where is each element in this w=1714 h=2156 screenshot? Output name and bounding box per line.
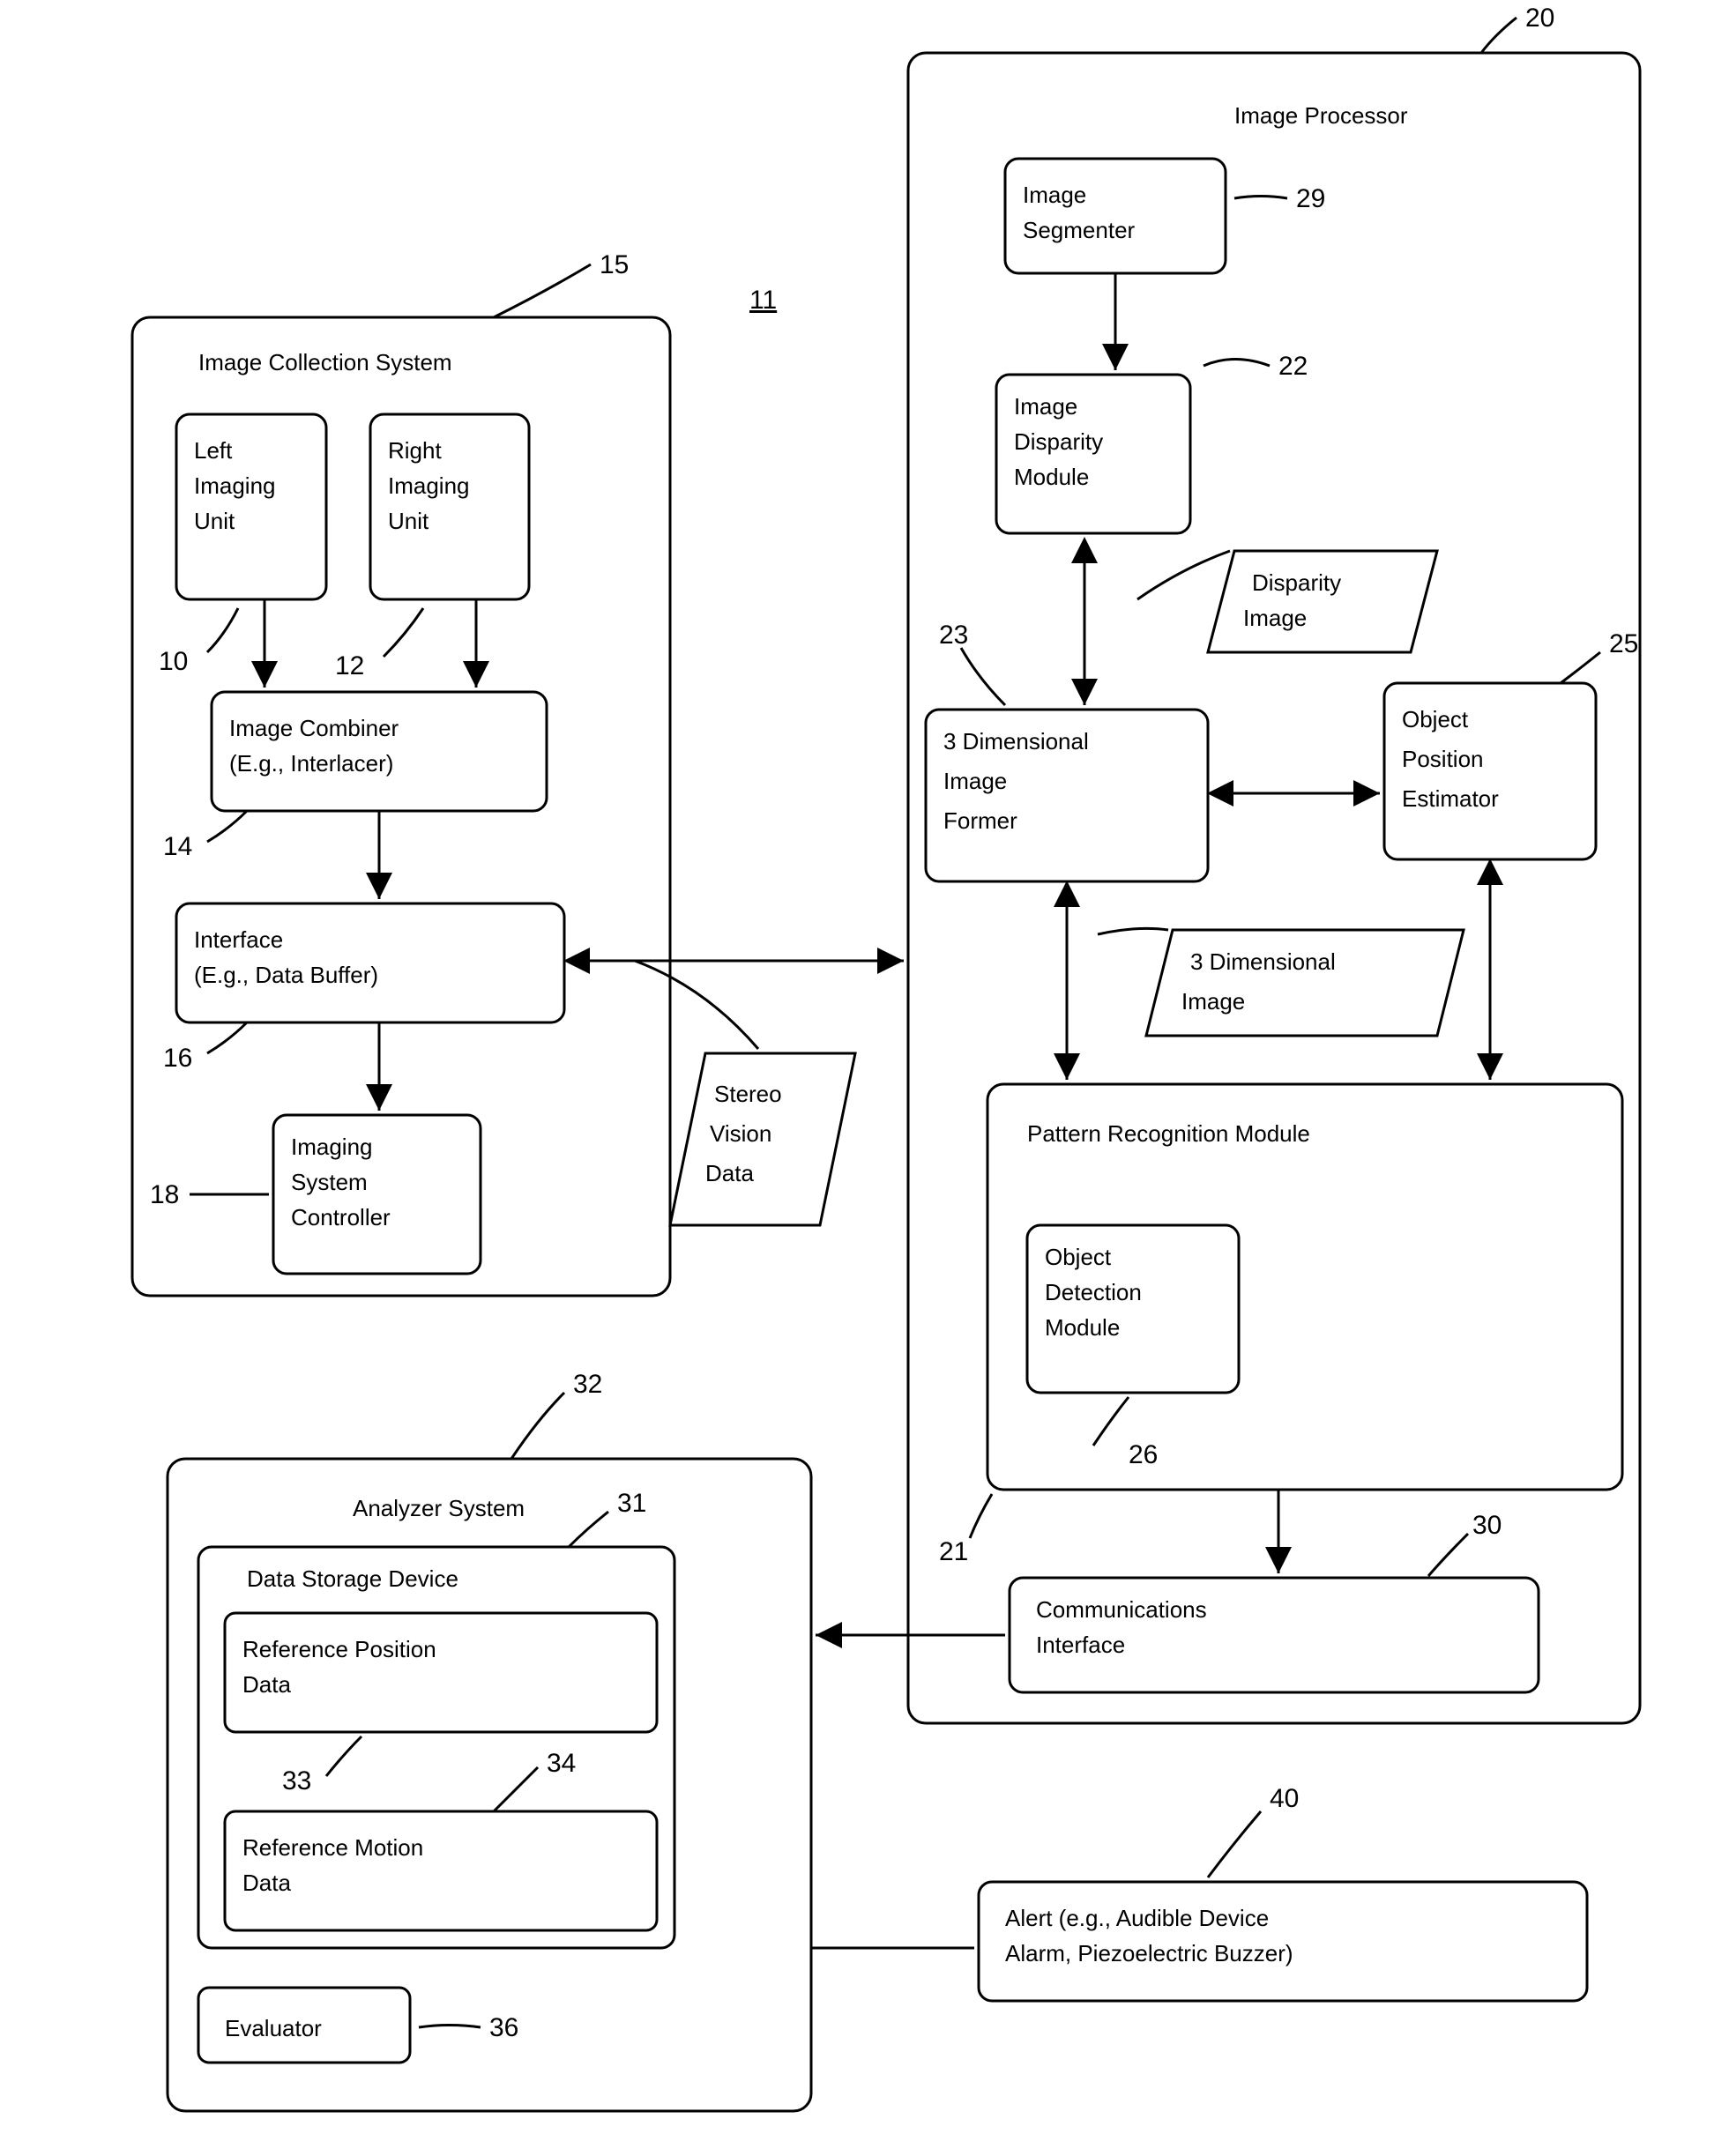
label-objpos-l3: Estimator	[1402, 785, 1499, 812]
label-analyzer-system: Analyzer System	[353, 1495, 525, 1521]
label-stereo-l1: Stereo	[714, 1081, 782, 1107]
label-3dimg-l2: Image	[1181, 988, 1245, 1015]
label-dispimg-l1: Disparity	[1252, 569, 1341, 596]
label-objdet-l1: Object	[1045, 1244, 1112, 1270]
label-objpos-l2: Position	[1402, 746, 1484, 772]
label-objdet-l2: Detection	[1045, 1279, 1142, 1305]
label-objpos-l1: Object	[1402, 706, 1469, 732]
label-disparity-l3: Module	[1014, 464, 1089, 490]
ref-16: 16	[163, 1044, 192, 1073]
ref-10: 10	[159, 647, 188, 676]
label-imaging-ctrl-l1: Imaging	[291, 1134, 373, 1160]
image-collection-system-group: Image Collection System 15 Left Imaging …	[132, 250, 670, 1296]
label-stereo-l3: Data	[705, 1160, 754, 1186]
label-image-combiner-l2: (E.g., Interlacer)	[229, 750, 393, 777]
alert-group: Alert (e.g., Audible Device Alarm, Piezo…	[979, 1784, 1587, 2001]
label-comm-l2: Interface	[1036, 1632, 1125, 1658]
three-d-image-doc	[1146, 930, 1464, 1036]
ref-21: 21	[939, 1537, 968, 1566]
label-alert-l1: Alert (e.g., Audible Device	[1005, 1905, 1269, 1931]
ref-11: 11	[749, 286, 777, 315]
ref-18: 18	[150, 1180, 179, 1209]
label-refpos-l1: Reference Position	[242, 1636, 436, 1662]
system-diagram: Image Collection System 15 Left Imaging …	[0, 0, 1714, 2156]
ref-30: 30	[1472, 1511, 1502, 1540]
label-right-imaging-l3: Unit	[388, 508, 429, 534]
ref-23: 23	[939, 621, 968, 650]
ref-36: 36	[489, 2013, 518, 2042]
stereo-vision-data: Stereo Vision Data	[635, 961, 855, 1225]
ref-25: 25	[1609, 629, 1638, 658]
label-image-combiner-l1: Image Combiner	[229, 715, 399, 741]
label-left-imaging-l3: Unit	[194, 508, 235, 534]
label-refmot-l2: Data	[242, 1870, 291, 1896]
ref-29: 29	[1296, 184, 1325, 213]
label-segmenter-l2: Segmenter	[1023, 217, 1136, 243]
ref-26: 26	[1129, 1440, 1158, 1469]
label-3dimg-l1: 3 Dimensional	[1190, 948, 1336, 975]
label-disparity-l1: Image	[1014, 393, 1077, 420]
label-pattern-recog: Pattern Recognition Module	[1027, 1120, 1310, 1147]
ref-20: 20	[1525, 4, 1554, 33]
label-image-collection-system: Image Collection System	[198, 349, 452, 375]
ref-12: 12	[335, 651, 364, 680]
label-interface-l2: (E.g., Data Buffer)	[194, 962, 378, 988]
ref-40: 40	[1270, 1784, 1299, 1813]
label-disparity-l2: Disparity	[1014, 428, 1103, 455]
disparity-image-doc	[1208, 551, 1437, 652]
label-3dform-l3: Former	[943, 807, 1017, 834]
analyzer-system-group: Analyzer System 32 Data Storage Device 3…	[168, 1370, 811, 2111]
ref-22: 22	[1278, 352, 1308, 381]
label-imaging-ctrl-l3: Controller	[291, 1204, 391, 1230]
label-left-imaging-l1: Left	[194, 437, 233, 464]
ref-31: 31	[617, 1489, 646, 1518]
label-refmot-l1: Reference Motion	[242, 1834, 423, 1861]
label-stereo-l2: Vision	[710, 1120, 771, 1147]
ref-14: 14	[163, 832, 192, 861]
label-dispimg-l2: Image	[1243, 605, 1307, 631]
label-left-imaging-l2: Imaging	[194, 472, 276, 499]
ref-33: 33	[282, 1766, 311, 1795]
label-interface-l1: Interface	[194, 926, 283, 953]
label-objdet-l3: Module	[1045, 1314, 1120, 1341]
label-alert-l2: Alarm, Piezoelectric Buzzer)	[1005, 1940, 1293, 1966]
label-imaging-ctrl-l2: System	[291, 1169, 368, 1195]
label-3dform-l1: 3 Dimensional	[943, 728, 1089, 755]
label-refpos-l2: Data	[242, 1671, 291, 1698]
label-3dform-l2: Image	[943, 768, 1007, 794]
box-image-segmenter	[1005, 159, 1226, 273]
label-image-processor: Image Processor	[1234, 102, 1408, 129]
label-segmenter-l1: Image	[1023, 182, 1086, 208]
label-evaluator: Evaluator	[225, 2015, 322, 2041]
label-right-imaging-l1: Right	[388, 437, 442, 464]
label-right-imaging-l2: Imaging	[388, 472, 470, 499]
label-data-storage: Data Storage Device	[247, 1565, 458, 1592]
image-processor-group: Image Processor 20 Image Segmenter 29 Im…	[908, 4, 1640, 1723]
ref-34: 34	[547, 1749, 576, 1778]
label-comm-l1: Communications	[1036, 1596, 1207, 1623]
ref-32: 32	[573, 1370, 602, 1399]
ref-15: 15	[600, 250, 629, 279]
